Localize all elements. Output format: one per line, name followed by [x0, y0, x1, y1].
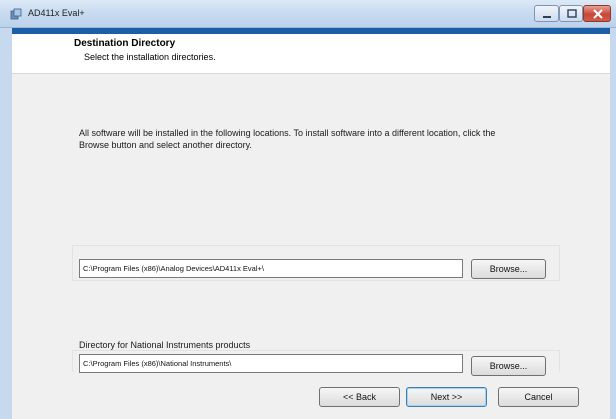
title-bar[interactable]: AD411x Eval+: [0, 0, 616, 28]
page-title: Destination Directory: [74, 38, 176, 49]
maximize-button[interactable]: [559, 5, 583, 22]
ni-directory-label: Directory for National Instruments produ…: [79, 340, 251, 350]
installer-app-icon: [10, 8, 22, 20]
window-frame-left: [0, 28, 12, 419]
ni-directory-input[interactable]: [79, 354, 463, 373]
next-button[interactable]: Next >>: [406, 387, 487, 407]
close-button[interactable]: [583, 5, 611, 22]
window-frame-right: [610, 28, 616, 419]
minimize-icon: [543, 16, 551, 18]
close-icon: [593, 9, 603, 19]
maximize-icon: [567, 9, 577, 18]
wizard-header: Destination Directory Select the install…: [12, 34, 610, 73]
cancel-button[interactable]: Cancel: [498, 387, 579, 407]
page-subtitle: Select the installation directories.: [84, 52, 216, 62]
back-button[interactable]: << Back: [319, 387, 400, 407]
minimize-button[interactable]: [534, 5, 559, 22]
window-title: AD411x Eval+: [28, 8, 85, 18]
main-directory-input[interactable]: [79, 259, 463, 278]
install-description: All software will be installed in the fo…: [79, 128, 496, 150]
browse-ni-directory-button[interactable]: Browse...: [471, 356, 546, 376]
browse-main-directory-button[interactable]: Browse...: [471, 259, 546, 279]
